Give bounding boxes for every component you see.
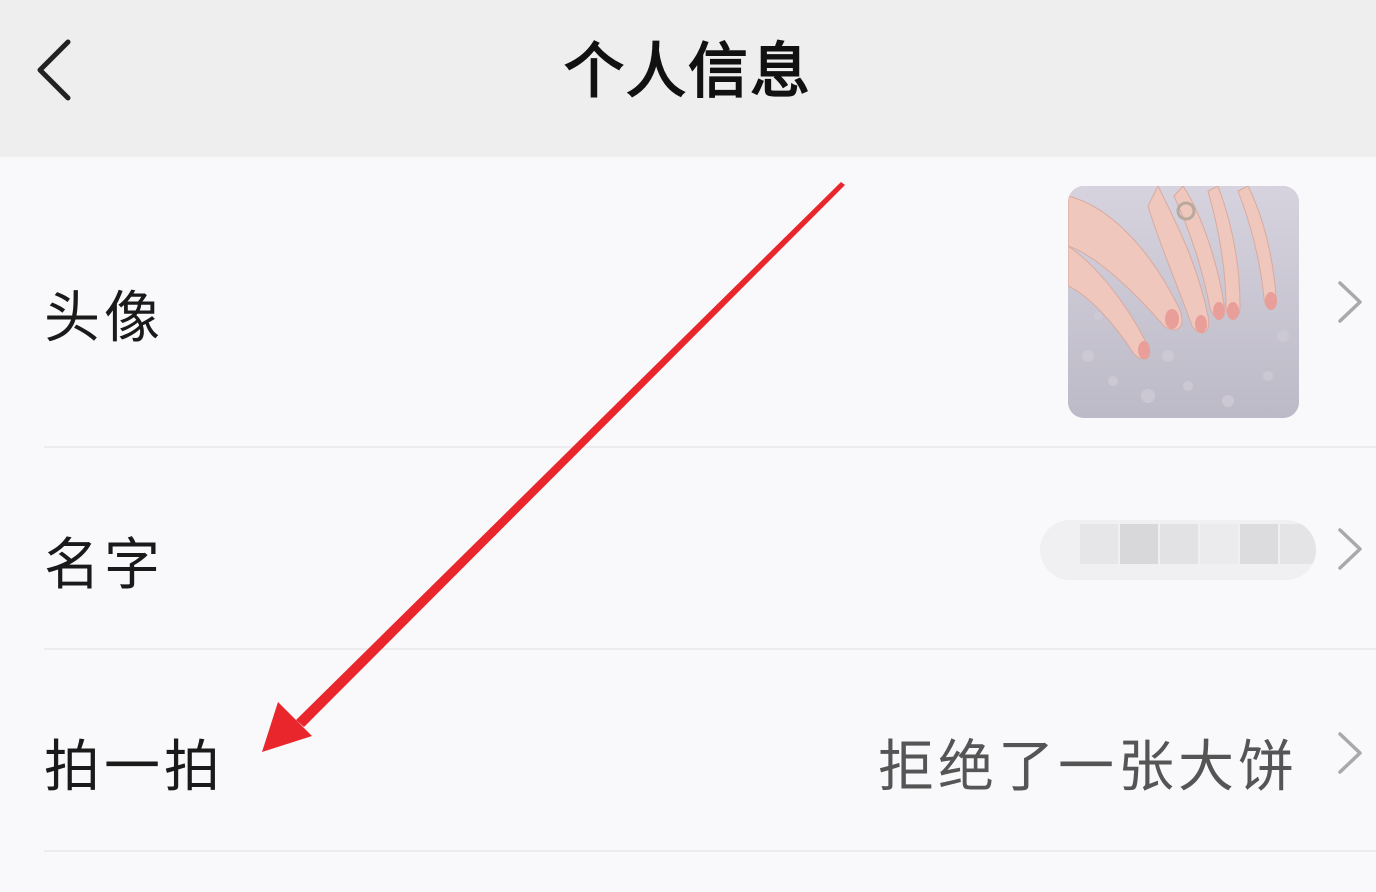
chevron-right-icon [1332, 728, 1366, 778]
page-title: 个人信息 [564, 37, 812, 107]
blurred-name-value [1040, 520, 1316, 580]
divider [44, 850, 1376, 852]
pat-label: 拍一拍 [44, 735, 224, 800]
avatar-image [1068, 186, 1299, 418]
pat-row[interactable]: 拍一拍 拒绝了一张大饼 [0, 650, 1376, 850]
avatar[interactable] [1068, 186, 1299, 418]
nav-bar: 个人信息 [0, 0, 1376, 157]
avatar-label: 头像 [44, 286, 164, 351]
chevron-right-icon [1332, 524, 1366, 574]
personal-info-page: 个人信息 头像 名字 拍一拍 拒绝了一张大饼 [0, 0, 1376, 892]
pat-value: 拒绝了一张大饼 [878, 735, 1298, 800]
chevron-right-icon [1332, 277, 1366, 327]
name-label: 名字 [44, 533, 164, 598]
